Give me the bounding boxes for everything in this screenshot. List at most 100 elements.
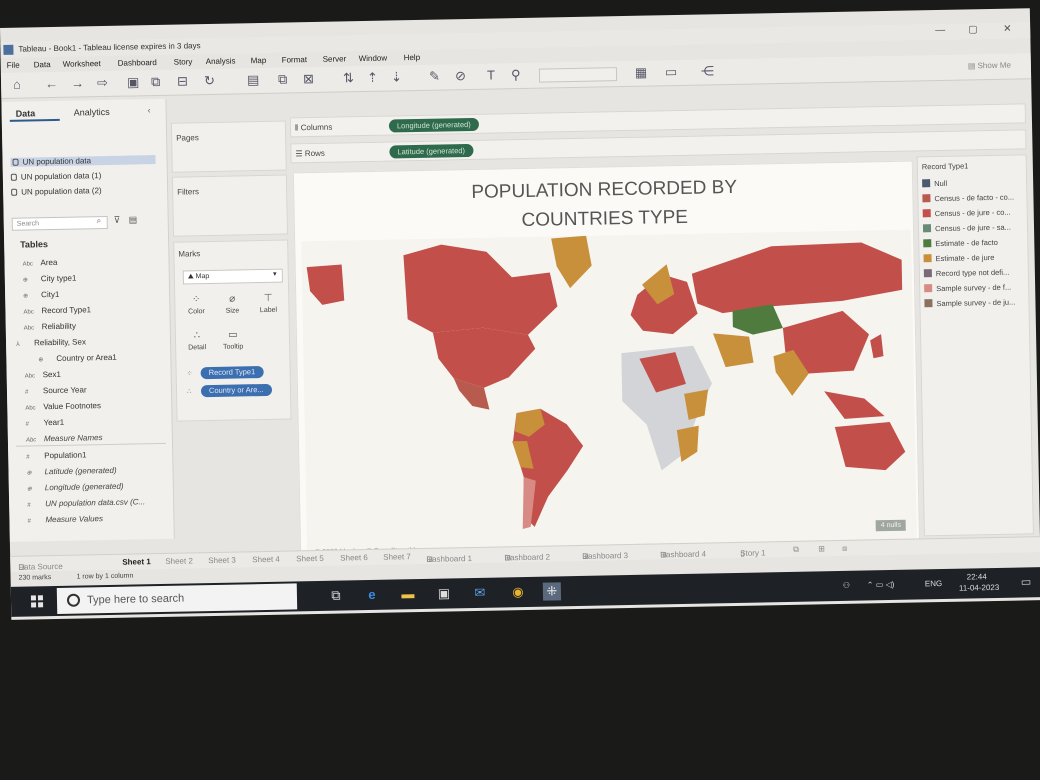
datasource-item[interactable]: UN population data (1) bbox=[10, 171, 101, 182]
close-icon[interactable]: ✕ bbox=[1003, 24, 1012, 35]
field-item[interactable]: # Year1 bbox=[26, 418, 65, 428]
home-icon[interactable]: ⌂ bbox=[13, 77, 21, 92]
field-item[interactable]: ⅄ Reliability, Sex bbox=[16, 337, 86, 347]
show-me-button[interactable]: ▤ Show Me bbox=[968, 61, 1011, 71]
new-dashboard-tab-icon[interactable]: ⊞ bbox=[818, 544, 825, 553]
mark-type-dropdown[interactable]: ⛰ Map ▼ bbox=[182, 268, 283, 285]
tab-sheet-5[interactable]: Sheet 5 bbox=[296, 554, 324, 564]
tab-sheet-2[interactable]: Sheet 2 bbox=[165, 556, 193, 566]
tab-sheet-1[interactable]: Sheet 1 bbox=[122, 557, 151, 567]
notifications-icon[interactable]: ▭ bbox=[1021, 575, 1032, 588]
menu-window[interactable]: Window bbox=[359, 54, 388, 64]
label-icon[interactable]: T bbox=[487, 68, 495, 83]
country-detail-pill[interactable]: Country or Are... bbox=[200, 383, 272, 398]
new-worksheet-tab-icon[interactable]: ⧉ bbox=[793, 545, 799, 555]
undo-icon[interactable]: ← bbox=[45, 76, 58, 91]
color-card[interactable]: ⁘ Color bbox=[181, 292, 212, 323]
datasource-item[interactable]: UN population data bbox=[10, 155, 156, 167]
measure-item[interactable]: # Population1 bbox=[26, 450, 86, 460]
tab-analytics[interactable]: Analytics bbox=[67, 104, 115, 121]
legend-item[interactable]: Estimate - de facto bbox=[923, 238, 998, 248]
tab-sheet-6[interactable]: Sheet 6 bbox=[340, 553, 368, 563]
task-view-icon[interactable]: ⧉ bbox=[327, 586, 345, 604]
new-worksheet-icon[interactable]: ▤ bbox=[247, 72, 260, 87]
share-icon[interactable]: ⋲ bbox=[701, 63, 714, 78]
field-item[interactable]: ⊕ Country or Area1 bbox=[38, 353, 117, 364]
menu-worksheet[interactable]: Worksheet bbox=[63, 59, 101, 69]
tooltip-card[interactable]: ▭ Tooltip bbox=[218, 327, 249, 358]
choropleth-map[interactable] bbox=[301, 229, 917, 552]
search-icon[interactable]: ⌕ bbox=[97, 216, 102, 226]
clear-sheet-icon[interactable]: ⊠ bbox=[303, 71, 314, 86]
legend-item[interactable]: Estimate - de jure bbox=[923, 253, 994, 263]
highlight-icon[interactable]: ✎ bbox=[429, 69, 440, 84]
presentation-icon[interactable]: ▭ bbox=[665, 64, 678, 79]
measure-item[interactable]: # UN population data.csv (C... bbox=[27, 497, 145, 508]
field-item[interactable]: Abc Record Type1 bbox=[23, 305, 91, 315]
collapse-pane-icon[interactable]: ‹ bbox=[148, 105, 151, 115]
filter-icon[interactable]: ⊽ bbox=[114, 215, 121, 226]
size-card[interactable]: ⌀ Size bbox=[217, 291, 248, 322]
tab-sheet-3[interactable]: Sheet 3 bbox=[208, 556, 236, 566]
language-indicator[interactable]: ENG bbox=[925, 579, 943, 588]
menu-help[interactable]: Help bbox=[404, 53, 421, 62]
windows-start-icon[interactable] bbox=[30, 595, 44, 608]
group-icon[interactable]: ⊘ bbox=[455, 68, 466, 83]
taskbar-search-input[interactable]: Type here to search bbox=[56, 583, 298, 615]
refresh-icon[interactable]: ↻ bbox=[204, 73, 215, 88]
redo-icon[interactable]: → bbox=[71, 75, 84, 90]
legend-item[interactable]: Sample survey - de f... bbox=[924, 283, 1011, 294]
menu-format[interactable]: Format bbox=[282, 55, 308, 64]
measure-item[interactable]: ⊕ Latitude (generated) bbox=[26, 466, 117, 477]
menu-dashboard[interactable]: Dashboard bbox=[118, 58, 157, 68]
field-item[interactable]: Abc Value Footnotes bbox=[25, 401, 101, 411]
maximize-icon[interactable]: ▢ bbox=[968, 24, 978, 35]
field-item[interactable]: ⊕ City type1 bbox=[23, 274, 77, 284]
detail-card[interactable]: ∴ Detail bbox=[182, 328, 213, 359]
latitude-pill[interactable]: Latitude (generated) bbox=[389, 143, 474, 159]
chrome-icon[interactable]: ◉ bbox=[509, 583, 527, 601]
record-type-pill[interactable]: Record Type1 bbox=[200, 366, 264, 380]
menu-file[interactable]: File bbox=[7, 61, 20, 70]
fit-dropdown[interactable] bbox=[538, 67, 618, 83]
duplicate-sheet-icon[interactable]: ⧉ bbox=[278, 71, 288, 86]
field-item[interactable]: Abc Reliability bbox=[24, 322, 76, 332]
pin-icon[interactable]: ⚲ bbox=[511, 67, 521, 82]
legend-item[interactable]: Sample survey - de ju... bbox=[924, 298, 1015, 309]
menu-map[interactable]: Map bbox=[251, 56, 267, 65]
show-cards-icon[interactable]: ▦ bbox=[635, 65, 648, 80]
legend-item[interactable]: Census - de jure - sa... bbox=[922, 223, 1011, 234]
clock-date[interactable]: 11-04-2023 bbox=[959, 583, 999, 593]
datasource-item[interactable]: UN population data (2) bbox=[11, 186, 102, 197]
tableau-taskbar-icon[interactable]: ⁜ bbox=[542, 582, 562, 601]
filters-shelf[interactable]: Filters bbox=[171, 174, 289, 237]
people-icon[interactable]: ⚇ bbox=[843, 581, 850, 590]
field-item[interactable]: Abc Area bbox=[22, 258, 57, 268]
field-search-input[interactable]: Search bbox=[11, 215, 108, 231]
field-item[interactable]: ⊕ City1 bbox=[23, 290, 59, 300]
datasource-menu-icon[interactable]: ⊟ bbox=[177, 73, 188, 88]
minimize-icon[interactable]: — bbox=[935, 25, 945, 36]
label-card[interactable]: ⊤ Label bbox=[253, 291, 284, 322]
file-explorer-icon[interactable]: ▬ bbox=[399, 585, 417, 603]
legend-item[interactable]: Null bbox=[922, 179, 947, 188]
longitude-pill[interactable]: Longitude (generated) bbox=[388, 117, 479, 133]
pages-shelf[interactable]: Pages bbox=[170, 120, 287, 173]
mail-icon[interactable]: ✉ bbox=[471, 584, 489, 602]
view-options-icon[interactable]: ▤ bbox=[129, 214, 138, 225]
field-item[interactable]: Abc Sex1 bbox=[25, 370, 61, 380]
legend-item[interactable]: Census - de facto - co... bbox=[922, 193, 1014, 204]
menu-analysis[interactable]: Analysis bbox=[206, 56, 236, 66]
edge-browser-icon[interactable]: e bbox=[363, 586, 381, 604]
clock-time[interactable]: 22:44 bbox=[967, 572, 987, 581]
sort-ascending-icon[interactable]: ⇡ bbox=[367, 70, 378, 85]
legend-item[interactable]: Record type not defi... bbox=[923, 268, 1009, 279]
sort-descending-icon[interactable]: ⇣ bbox=[391, 69, 402, 84]
swap-icon[interactable]: ⇅ bbox=[343, 70, 354, 85]
menu-server[interactable]: Server bbox=[323, 54, 347, 63]
menu-story[interactable]: Story bbox=[174, 57, 193, 66]
tray-icons[interactable]: ⌃ ▭ ◁) bbox=[867, 580, 895, 590]
field-item[interactable]: Abc Measure Names bbox=[26, 433, 103, 443]
new-datasource-icon[interactable]: ⧉ bbox=[151, 74, 161, 89]
store-icon[interactable]: ▣ bbox=[435, 584, 453, 602]
